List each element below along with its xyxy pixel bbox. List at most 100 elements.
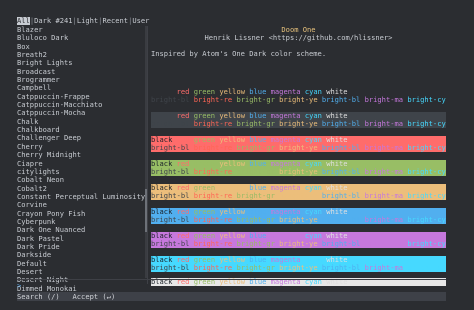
theme-list-item[interactable]: Broadcast: [17, 68, 145, 76]
theme-list-item[interactable]: Default: [17, 260, 145, 268]
theme-list-item[interactable]: Challenger Deep: [17, 134, 145, 142]
color-sample: bright-re: [193, 96, 233, 104]
color-sample: bright-cy: [407, 192, 446, 200]
color-sample: bright-gr: [236, 192, 275, 200]
theme-list-item[interactable]: Box: [17, 43, 145, 51]
color-sample: bright-bl: [151, 168, 190, 176]
color-sample: white: [326, 256, 348, 264]
color-sample: white: [326, 136, 348, 144]
color-sample: red: [176, 208, 190, 216]
color-preview-block: black red green yellow blue magenta cyan…: [151, 232, 446, 248]
color-sample: magenta: [270, 112, 301, 120]
color-sample: bright-bl: [151, 240, 190, 248]
color-sample: bright-bl: [151, 144, 190, 152]
color-sample: cyan: [304, 136, 322, 144]
color-sample: cyan: [304, 208, 322, 216]
color-sample: green: [193, 208, 216, 216]
bright-color-row: bright-bl bright-re bright-gr bright-ye …: [151, 192, 446, 200]
theme-list-item[interactable]: Breath2: [17, 51, 145, 59]
theme-list-item[interactable]: Dark One Nuanced: [17, 226, 145, 234]
tab-recent[interactable]: Recent: [102, 17, 128, 25]
color-sample: bright-bl: [321, 192, 361, 200]
theme-list-item[interactable]: Chalkboard: [17, 126, 145, 134]
color-sample: yellow: [219, 160, 245, 168]
theme-list-item[interactable]: citylights: [17, 168, 145, 176]
color-sample: bright-bl: [321, 168, 361, 176]
theme-list-item[interactable]: Bright Lights: [17, 59, 145, 67]
color-sample: magenta: [270, 208, 301, 216]
color-sample: cyan: [304, 160, 322, 168]
theme-list-item[interactable]: Constant Perceptual Luminosity D: [17, 193, 145, 201]
theme-list-item[interactable]: Crayon Pony Fish: [17, 210, 145, 218]
color-sample: black: [151, 208, 173, 216]
theme-list-item[interactable]: Corvine: [17, 201, 145, 209]
bright-color-row: bright-bl bright-re bright-gr bright-ye …: [151, 96, 446, 104]
tab-light[interactable]: Light: [77, 17, 98, 25]
theme-list[interactable]: Blazer Bluloco Dark Box Breath2 Bright Light…: [17, 26, 145, 302]
tab-dark-241[interactable]: Dark #241: [34, 17, 72, 25]
color-sample: black: [151, 184, 173, 192]
color-sample: bright-re: [193, 264, 233, 272]
theme-list-item[interactable]: Cyberpunk: [17, 218, 145, 226]
color-sample: cyan: [304, 256, 322, 264]
normal-color-row: black red green yellow blue magenta cyan…: [151, 208, 446, 216]
color-sample: bright-re: [193, 168, 233, 176]
theme-list-item[interactable]: Cherry Midnight: [17, 151, 145, 159]
color-sample: bright-bl: [321, 216, 361, 224]
color-sample: bright-bl: [321, 96, 361, 104]
theme-list-item[interactable]: Dark Pride: [17, 243, 145, 251]
color-sample: yellow: [219, 184, 245, 192]
color-sample: bright-ma: [364, 192, 404, 200]
color-sample: green: [193, 88, 216, 96]
color-sample: bright-cy: [407, 168, 446, 176]
color-sample: cyan: [304, 184, 322, 192]
status-bar: Search (/) Accept (↵): [17, 292, 446, 301]
color-sample: green: [193, 112, 216, 120]
theme-list-item[interactable]: Darkside: [17, 251, 145, 259]
theme-list-item[interactable]: Cobalt Neon: [17, 176, 145, 184]
theme-list-item[interactable]: Blazer: [17, 26, 145, 34]
color-sample: bright-gr: [236, 96, 275, 104]
search-prompt[interactable]: >: [17, 282, 26, 289]
theme-list-item[interactable]: Catppuccin-Mocha: [17, 109, 145, 117]
color-sample: bright-ye: [279, 264, 318, 272]
color-sample: cyan: [304, 88, 322, 96]
color-sample: bright-cy: [407, 144, 446, 152]
color-sample: black: [151, 160, 173, 168]
theme-list-item[interactable]: Catppuccin-Macchiato: [17, 101, 145, 109]
color-sample: white: [326, 184, 348, 192]
color-sample: black: [151, 232, 173, 240]
color-preview-block: black red green yellow blue magenta cyan…: [151, 160, 446, 176]
color-sample: green: [193, 232, 216, 240]
color-sample: bright-bl: [151, 264, 190, 272]
prompt-arrow-icon: >: [17, 281, 22, 290]
color-sample: blue: [249, 112, 267, 120]
theme-list-item[interactable]: Cobalt2: [17, 185, 145, 193]
theme-list-item[interactable]: Brogrammer: [17, 76, 145, 84]
tab-all[interactable]: All: [17, 17, 30, 25]
theme-list-item[interactable]: Desert Night: [17, 276, 145, 284]
color-sample: blue: [249, 160, 267, 168]
theme-list-item[interactable]: Campbell: [17, 84, 145, 92]
color-sample: blue: [249, 256, 267, 264]
theme-list-item[interactable]: Cherry: [17, 143, 145, 151]
color-sample: blue: [249, 88, 267, 96]
color-sample: yellow: [219, 88, 245, 96]
normal-color-row: red green yellow blue magenta cyan white: [151, 88, 446, 96]
theme-list-item[interactable]: Chalk: [17, 118, 145, 126]
color-sample: blue: [249, 184, 267, 192]
theme-list-item[interactable]: Catppuccin-Frappe: [17, 93, 145, 101]
theme-list-item[interactable]: Desert: [17, 268, 145, 276]
color-sample: black: [151, 256, 173, 264]
theme-list-item[interactable]: Ciapre: [17, 160, 145, 168]
color-sample: bright-ma: [364, 240, 404, 248]
color-sample: white: [326, 232, 348, 240]
theme-list-item[interactable]: Bluloco Dark: [17, 34, 145, 42]
color-preview-block: red green yellow blue magenta cyan white…: [151, 88, 446, 104]
color-sample: bright-gr: [236, 264, 275, 272]
color-sample: bright-re: [193, 144, 233, 152]
theme-list-item[interactable]: Dark Pastel: [17, 235, 145, 243]
color-sample: red: [176, 256, 190, 264]
color-sample: blue: [249, 136, 267, 144]
tab-user[interactable]: User: [132, 17, 149, 25]
